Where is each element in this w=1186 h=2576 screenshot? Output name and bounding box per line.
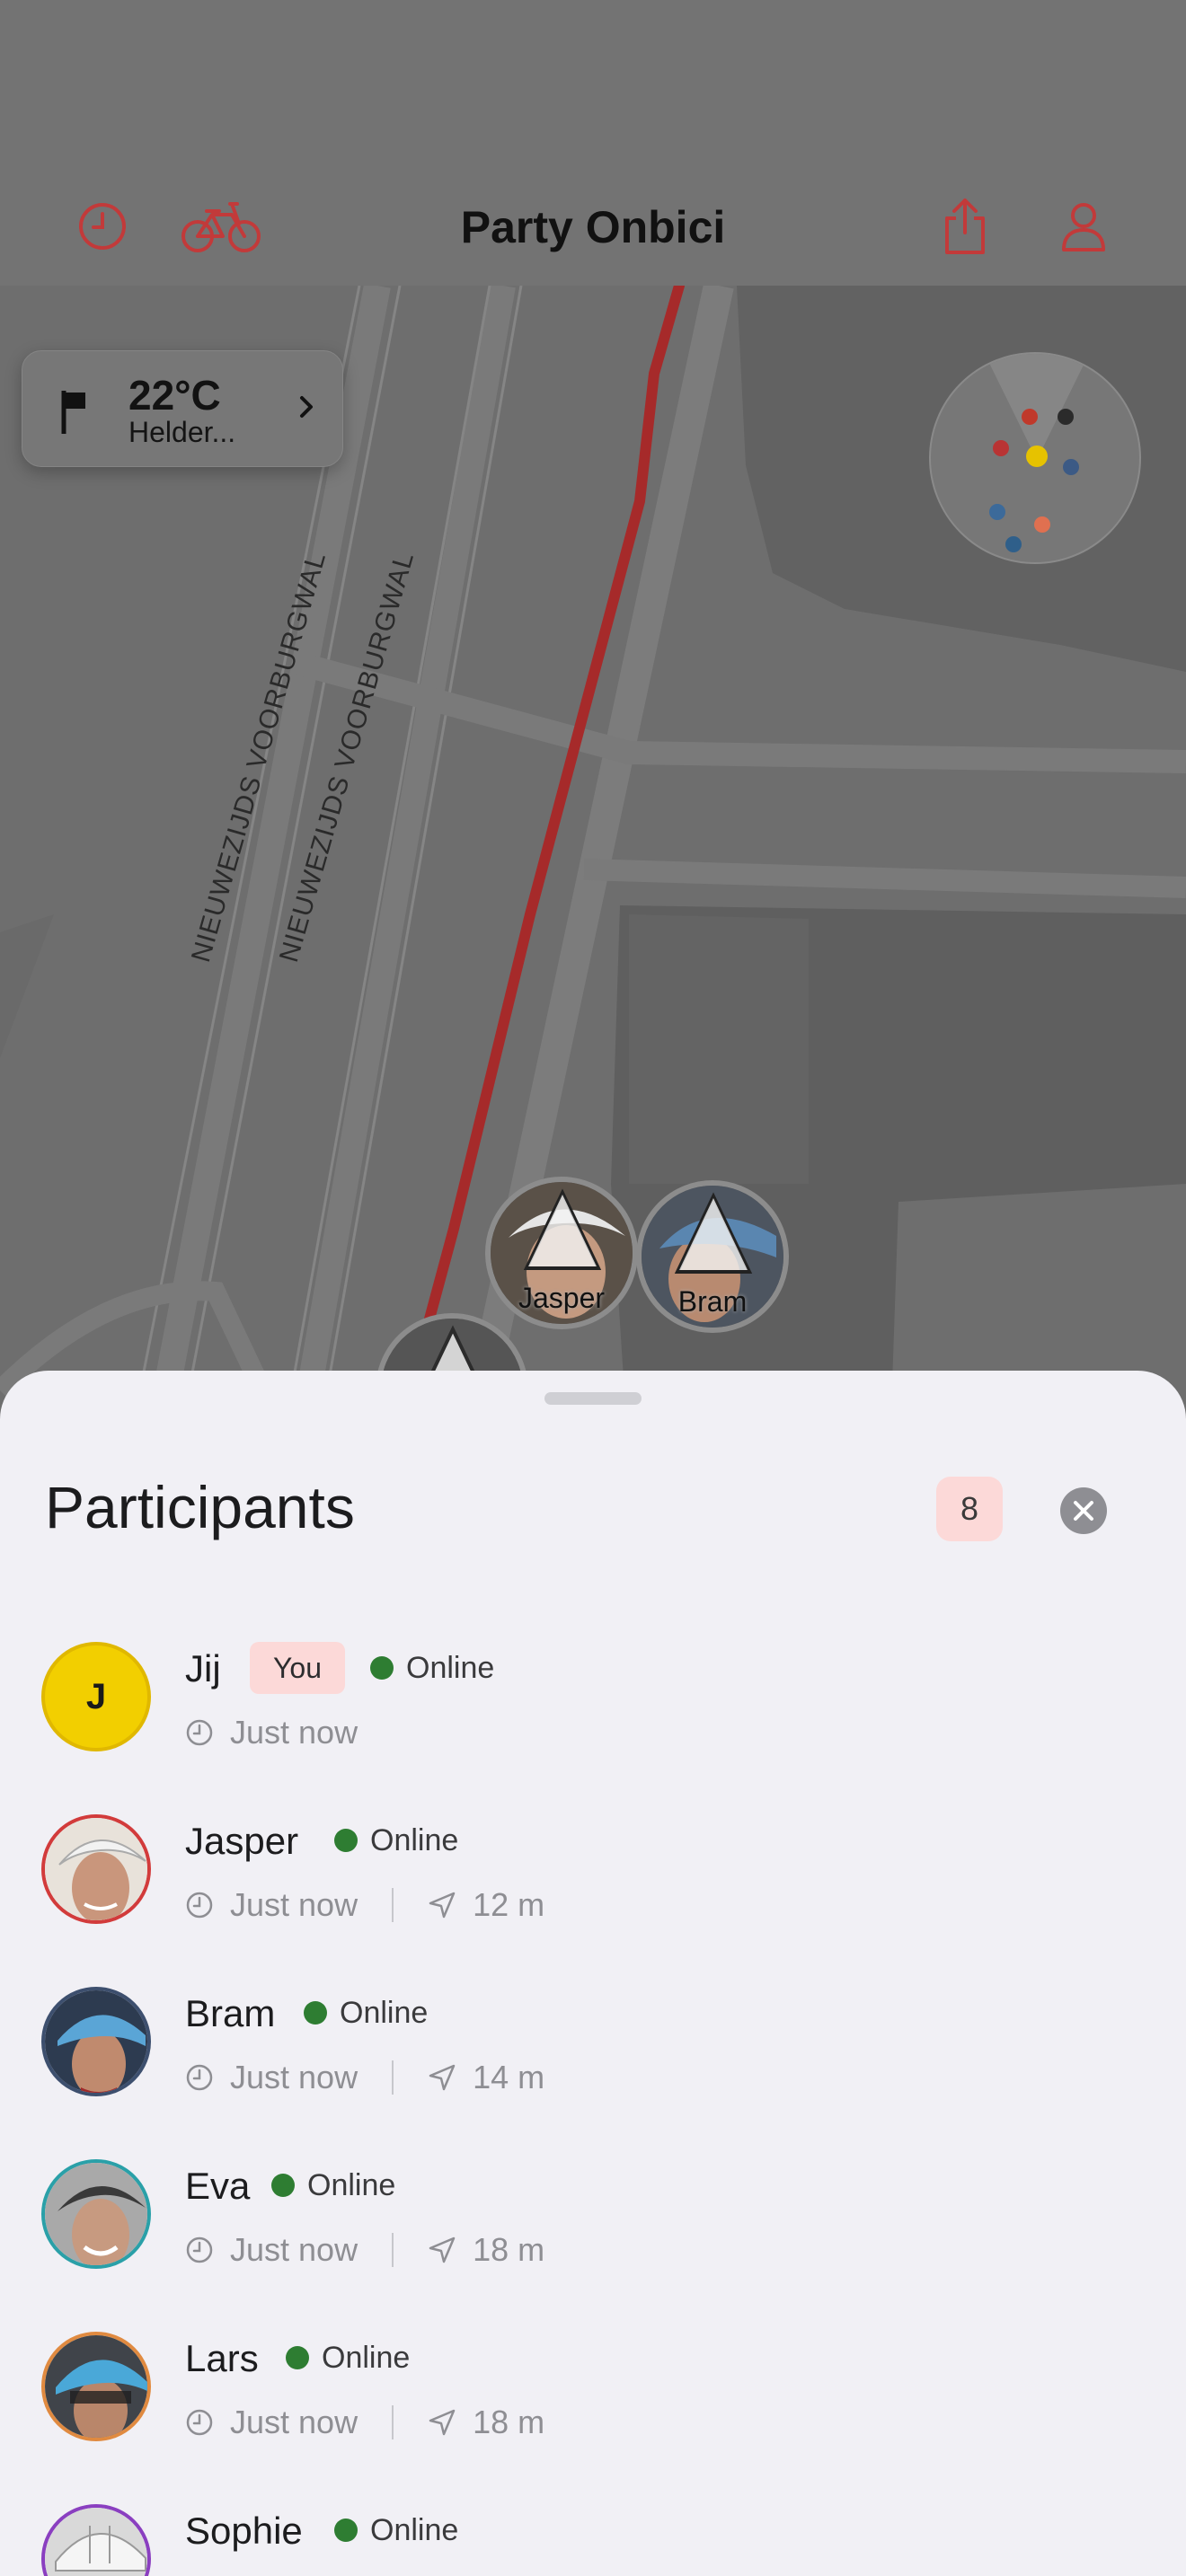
radar-dot: [993, 440, 1009, 456]
navigation-bar: Party Onbici: [0, 0, 1186, 286]
clock-icon: [185, 1891, 214, 1919]
profile-icon[interactable]: [1048, 190, 1120, 262]
chevron-right-icon: [300, 396, 313, 418]
location-arrow-icon: [428, 2408, 456, 2437]
divider: [392, 2060, 394, 2095]
map-view[interactable]: NIEUWEZIJDS VOORBURGWAL NIEUWEZIJDS VOOR…: [0, 286, 1186, 1462]
weather-card[interactable]: 22°C Helder...: [22, 350, 343, 467]
map-marker-jasper[interactable]: Jasper: [485, 1177, 638, 1329]
location-arrow-icon: [428, 1891, 456, 1919]
map-marker-label: Bram: [677, 1285, 748, 1318]
participant-row[interactable]: Sophie Online: [0, 2504, 1186, 2576]
participant-meta: Just now 14 m: [185, 2055, 544, 2100]
avatar: [41, 2159, 151, 2269]
divider: [392, 1888, 394, 1922]
flag-icon: [61, 391, 85, 434]
participant-row[interactable]: Bram Online Just now 14 m: [0, 1987, 1186, 2159]
map-marker-label: Jasper: [518, 1282, 606, 1314]
you-badge: You: [250, 1642, 345, 1694]
online-status: Online: [304, 1987, 428, 2039]
participant-count-badge: 8: [936, 1477, 1003, 1541]
online-status: Online: [334, 1814, 458, 1866]
participant-name: Eva: [185, 2165, 251, 2207]
participant-name: Jij: [185, 1647, 221, 1689]
last-seen: Just now: [230, 2404, 358, 2440]
distance: 12 m: [473, 1886, 545, 1923]
map-marker-bram[interactable]: Bram: [636, 1180, 789, 1333]
avatar: J: [41, 1642, 151, 1751]
radar-dot: [1005, 536, 1022, 552]
last-seen: Just now: [230, 1714, 358, 1751]
participant-meta: Just now 12 m: [185, 1883, 544, 1928]
avatar: [41, 1987, 151, 2096]
participant-row[interactable]: Eva Online Just now 18 m: [0, 2159, 1186, 2332]
clock-icon: [185, 2236, 214, 2264]
distance: 18 m: [473, 2404, 545, 2440]
close-icon: [1074, 1501, 1093, 1521]
participant-name: Lars: [185, 2337, 259, 2379]
divider: [392, 2233, 394, 2267]
participant-row[interactable]: Jasper Online Just now 12 m: [0, 1814, 1186, 1987]
participant-meta: Just now: [185, 1710, 358, 1755]
radar-dot: [989, 504, 1005, 520]
group-radar[interactable]: [929, 352, 1141, 564]
online-status: Online: [271, 2159, 395, 2211]
location-arrow-icon: [428, 2236, 456, 2264]
radar-dot: [1063, 459, 1079, 475]
radar-dot: [1058, 409, 1074, 425]
online-status: Online: [286, 2332, 410, 2384]
participant-name: Jasper: [185, 1820, 299, 1862]
avatar: [41, 2332, 151, 2441]
radar-dot: [1022, 409, 1038, 425]
radar-dot: [1034, 516, 1050, 533]
participant-meta: Just now 18 m: [185, 2400, 544, 2445]
divider: [392, 2405, 394, 2439]
weather-description: Helder...: [128, 416, 236, 448]
location-arrow-icon: [428, 2063, 456, 2092]
participant-meta: Just now 18 m: [185, 2228, 544, 2272]
participants-sheet: Participants 8 J Jij You Online Just now…: [0, 1371, 1186, 2576]
bicycle-icon[interactable]: [178, 190, 264, 262]
share-icon[interactable]: [929, 190, 1001, 262]
online-status: Online: [334, 2504, 458, 2556]
last-seen: Just now: [230, 2231, 358, 2268]
radar-dot-you: [1026, 446, 1048, 467]
avatar: [41, 1814, 151, 1924]
avatar: [41, 2504, 151, 2576]
last-seen: Just now: [230, 2059, 358, 2095]
online-status: Online: [370, 1642, 494, 1694]
clock-icon: [185, 1718, 214, 1747]
clock-icon: [185, 2408, 214, 2437]
clock-icon: [185, 2063, 214, 2092]
distance: 14 m: [473, 2059, 545, 2095]
close-button[interactable]: [1060, 1487, 1107, 1534]
participant-name: Bram: [185, 1992, 276, 2034]
page-title: Party Onbici: [460, 202, 726, 252]
participant-row[interactable]: Lars Online Just now 18 m: [0, 2332, 1186, 2504]
sheet-grabber[interactable]: [544, 1392, 642, 1405]
distance: 18 m: [473, 2231, 545, 2268]
last-seen: Just now: [230, 1886, 358, 1923]
sheet-title: Participants: [45, 1474, 355, 1540]
weather-temperature: 22°C: [128, 372, 221, 419]
clock-icon[interactable]: [66, 190, 138, 262]
participant-name: Sophie: [185, 2510, 303, 2552]
participant-row[interactable]: J Jij You Online Just now: [0, 1642, 1186, 1814]
